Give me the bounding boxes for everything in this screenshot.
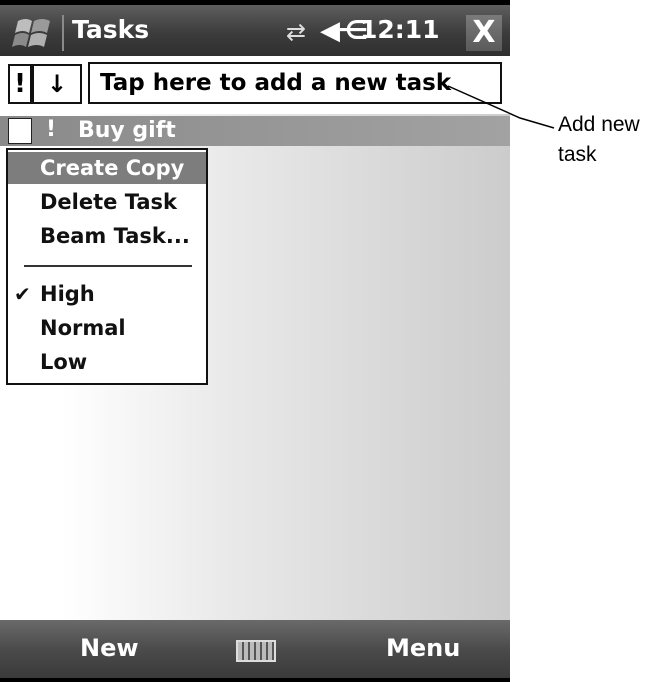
callout-add-new-task: Add new task	[558, 113, 640, 166]
callout-leader-line	[447, 85, 555, 129]
